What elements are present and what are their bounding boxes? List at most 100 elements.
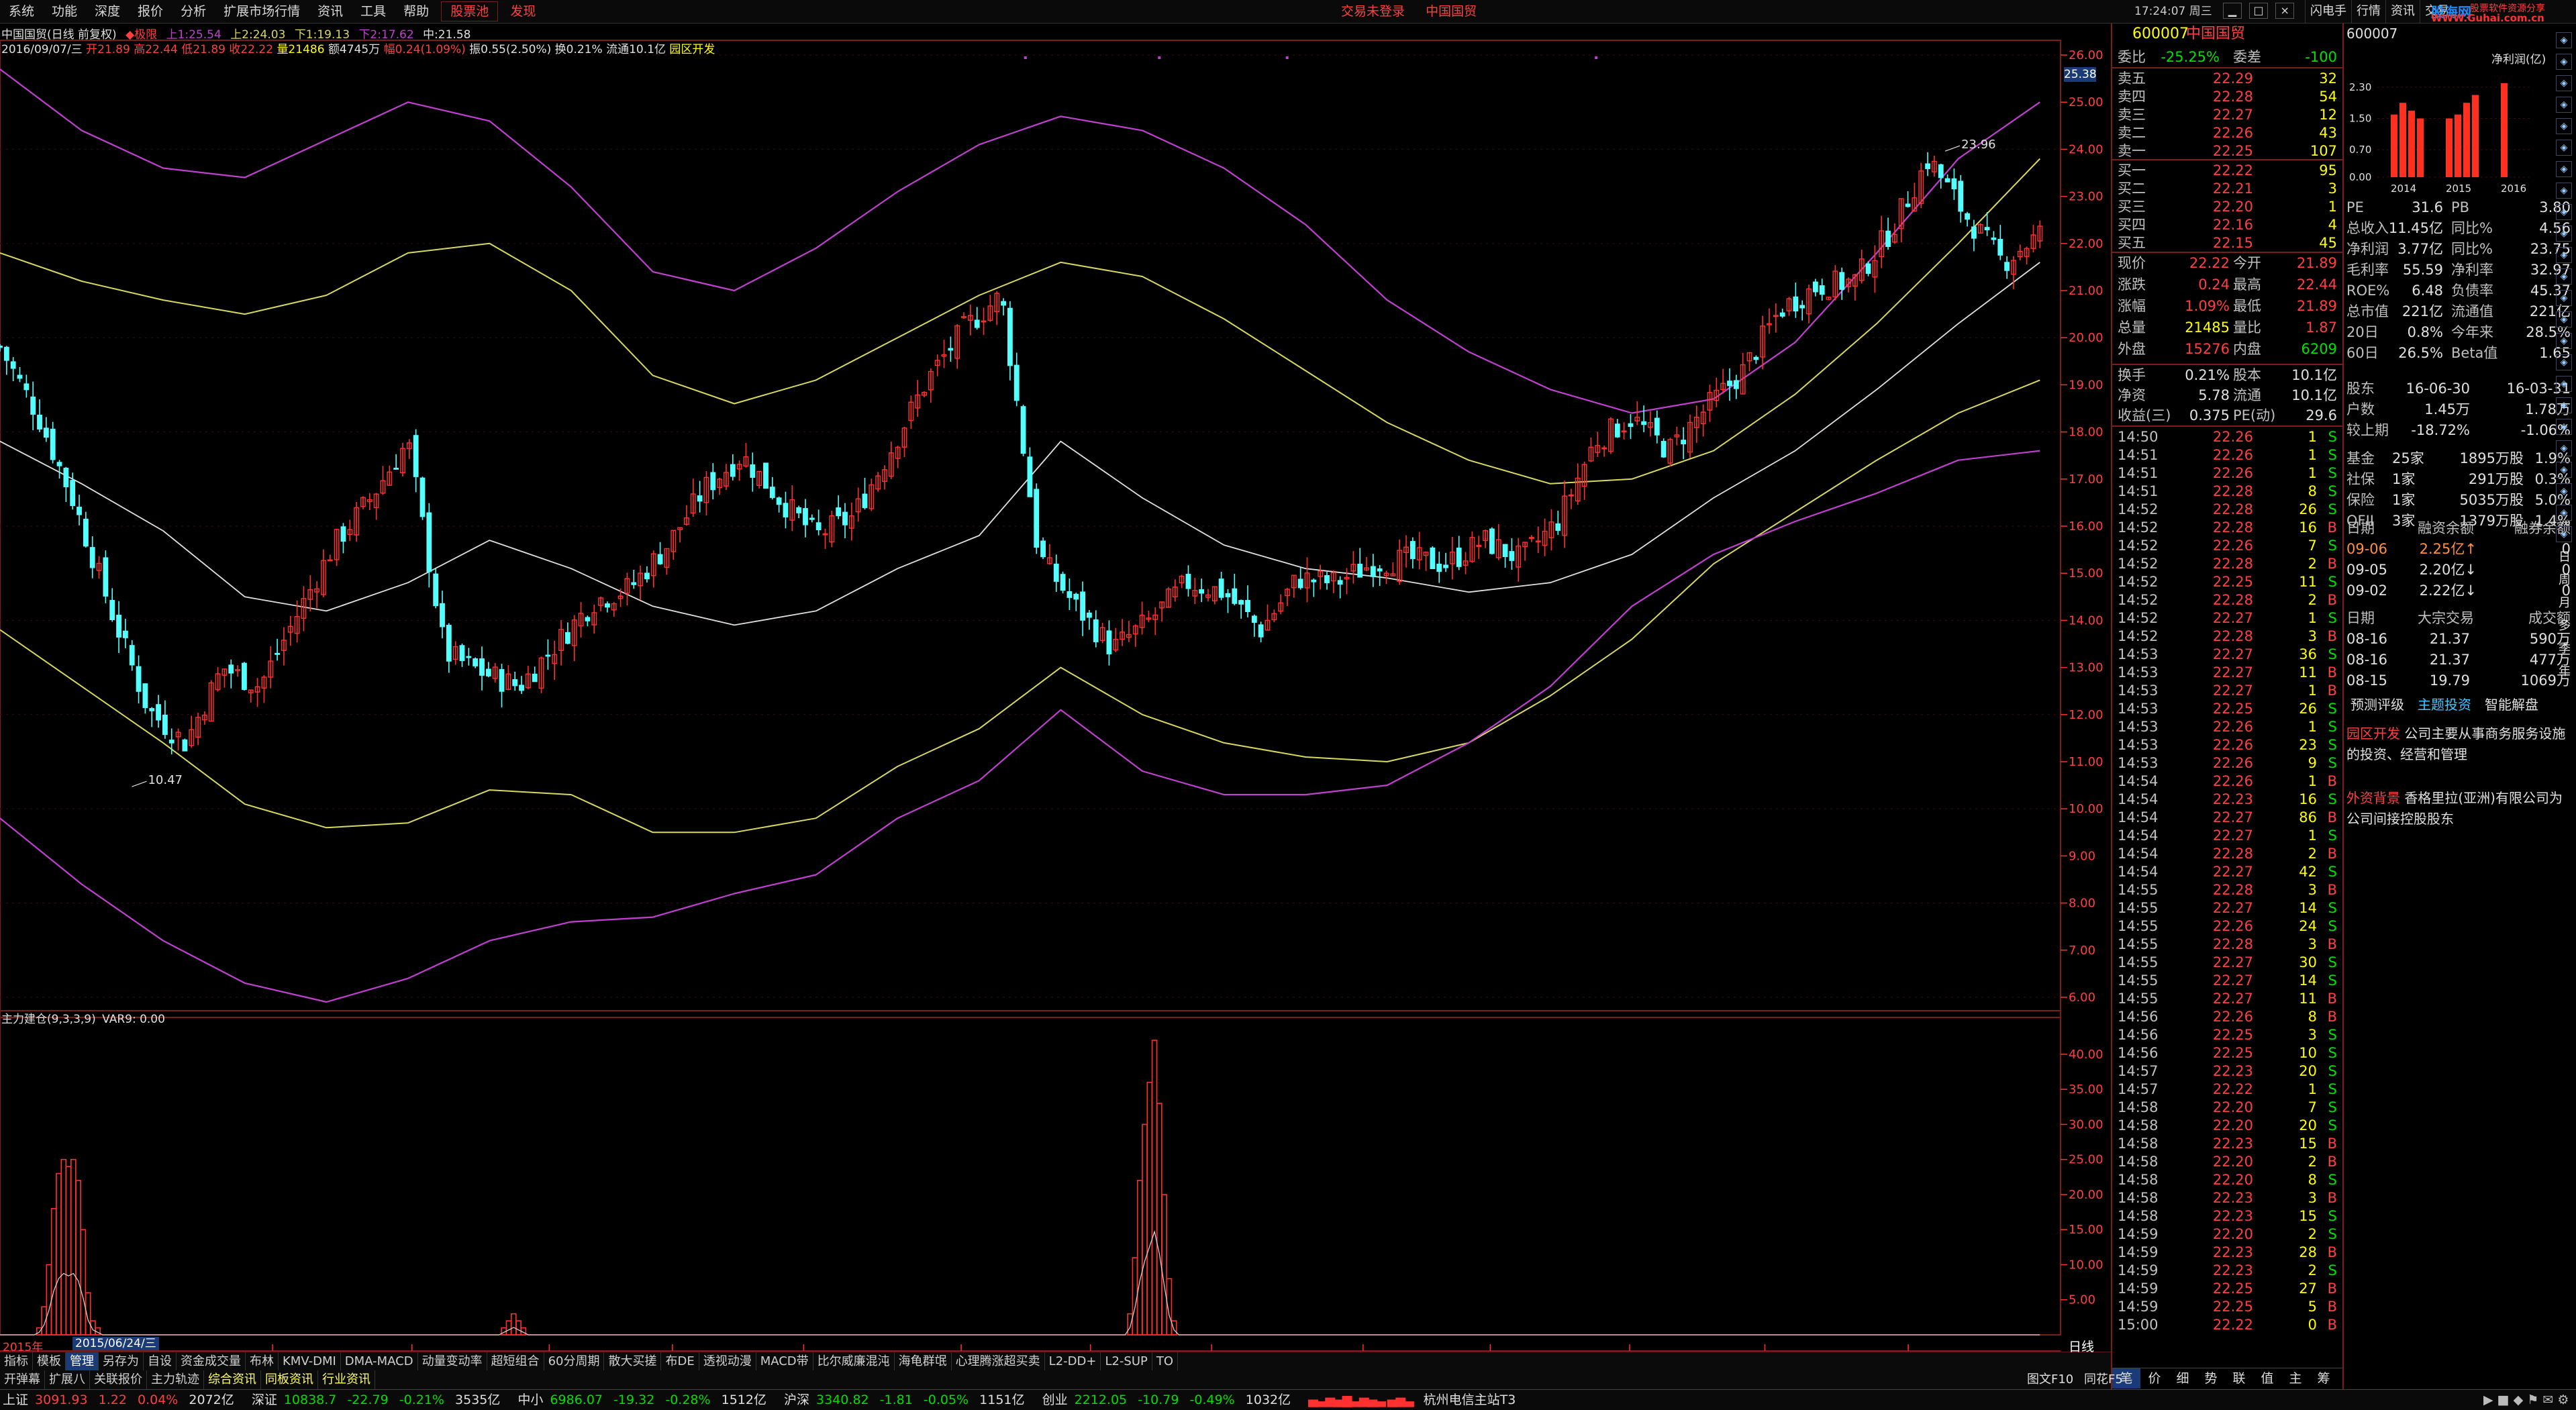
toolbar-icon-16[interactable]: ◈ xyxy=(2556,354,2572,370)
login-status-text[interactable]: 交易未登录 xyxy=(1332,0,1414,23)
index-sz[interactable]: 深证 10838.7 -22.79 -0.21% 3535亿 xyxy=(252,1390,507,1410)
indicator-tab-18[interactable]: 心理腾涨超买卖 xyxy=(952,1352,1045,1371)
index-hs[interactable]: 沪深 3340.82 -1.81 -0.05% 1151亿 xyxy=(784,1390,1031,1410)
period-4[interactable]: 季 xyxy=(2556,639,2573,656)
f10-button[interactable]: 图文F10 xyxy=(2027,1372,2073,1387)
indicator-tab-19[interactable]: L2-DD+ xyxy=(1045,1352,1101,1371)
f5-button[interactable]: 同花F5 xyxy=(2084,1372,2123,1387)
toolbar-icon-21[interactable]: ◈ xyxy=(2556,462,2572,478)
server-status[interactable]: 杭州电信主站T3 xyxy=(1424,1390,1516,1410)
info-tab-3[interactable]: 主力轨迹 xyxy=(147,1370,204,1389)
menu-item-8[interactable]: 帮助 xyxy=(395,0,438,23)
indicator-tab-6[interactable]: 布林 xyxy=(246,1352,279,1371)
toolbar-icon-15[interactable]: ◈ xyxy=(2556,333,2572,349)
f10-tab-0[interactable]: 预测评级 xyxy=(2344,694,2411,715)
toolbar-icon-9[interactable]: ◈ xyxy=(2556,204,2572,220)
toolbar-icon-12[interactable]: ◈ xyxy=(2556,268,2572,285)
toolbar-icon-13[interactable]: ◈ xyxy=(2556,290,2572,306)
period-5[interactable]: 年 xyxy=(2556,662,2573,679)
indicator-tab-5[interactable]: 资金成交量 xyxy=(177,1352,246,1371)
panel-tab-6[interactable]: 主 xyxy=(2281,1368,2310,1389)
desc1-label[interactable]: 园区开发 xyxy=(2346,725,2400,742)
info-tab-5[interactable]: 同板资讯 xyxy=(261,1370,318,1389)
toolbar-icon-17[interactable]: ◈ xyxy=(2556,376,2572,392)
indicator-tab-20[interactable]: L2-SUP xyxy=(1101,1352,1152,1371)
period-2[interactable]: 月 xyxy=(2556,593,2573,611)
indicator-tab-16[interactable]: 比尔威廉混沌 xyxy=(813,1352,895,1371)
menu-item-6[interactable]: 资讯 xyxy=(309,0,352,23)
toolbar-icon-11[interactable]: ◈ xyxy=(2556,247,2572,263)
toolbar-icon-23[interactable]: ◈ xyxy=(2556,505,2572,521)
indicator-tab-10[interactable]: 超短组合 xyxy=(487,1352,544,1371)
indicator-tab-4[interactable]: 自设 xyxy=(144,1352,177,1371)
top-button-1[interactable]: 行情 xyxy=(2351,0,2385,23)
panel-tab-1[interactable]: 价 xyxy=(2140,1368,2169,1389)
indicator-tab-1[interactable]: 模板 xyxy=(33,1352,66,1371)
toolbar-icon-6[interactable]: ◈ xyxy=(2556,140,2572,156)
indicator-tab-15[interactable]: MACD带 xyxy=(756,1352,813,1371)
menu-item-0[interactable]: 系统 xyxy=(0,0,43,23)
period-3[interactable]: 多 xyxy=(2556,616,2573,634)
menu-item-3[interactable]: 报价 xyxy=(129,0,172,23)
panel-tab-3[interactable]: 势 xyxy=(2197,1368,2225,1389)
period-0[interactable]: 日 xyxy=(2556,548,2573,565)
top-button-0[interactable]: 闪电手 xyxy=(2305,0,2351,23)
menu-item-2[interactable]: 深度 xyxy=(86,0,129,23)
indicator-tab-8[interactable]: DMA-MACD xyxy=(341,1352,418,1371)
toolbar-icon-18[interactable]: ◈ xyxy=(2556,397,2572,413)
indicator-tab-0[interactable]: 指标 xyxy=(0,1352,33,1371)
f10-tab-2[interactable]: 智能解盘 xyxy=(2478,694,2545,715)
index-sh[interactable]: 上证 3091.93 1.22 0.04% 2072亿 xyxy=(3,1390,241,1410)
toolbar-icon-7[interactable]: ◈ xyxy=(2556,161,2572,177)
panel-tab-4[interactable]: 联 xyxy=(2225,1368,2253,1389)
bar-sector[interactable]: 园区开发 xyxy=(669,43,715,56)
indicator-tab-11[interactable]: 60分周期 xyxy=(544,1352,605,1371)
menu-item-5[interactable]: 扩展市场行情 xyxy=(215,0,309,23)
f10-tab-1[interactable]: 主题投资 xyxy=(2411,694,2478,715)
toolbar-icon-22[interactable]: ◈ xyxy=(2556,483,2572,499)
menu-item-7[interactable]: 工具 xyxy=(352,0,395,23)
indicator-tab-2[interactable]: 管理 xyxy=(66,1352,99,1371)
indicator-tab-7[interactable]: KMV-DMI xyxy=(279,1352,341,1371)
toolbar-icon-5[interactable]: ◈ xyxy=(2556,118,2572,134)
stock-pool-button[interactable]: 股票池 xyxy=(441,1,499,21)
toolbar-icon-2[interactable]: ◈ xyxy=(2556,54,2572,70)
toolbar-icon-3[interactable]: ◈ xyxy=(2556,75,2572,91)
menu-item-4[interactable]: 分析 xyxy=(172,0,215,23)
toolbar-icon-14[interactable]: ◈ xyxy=(2556,311,2572,328)
info-tab-0[interactable]: 开弹幕 xyxy=(0,1370,45,1389)
top-button-2[interactable]: 资讯 xyxy=(2385,0,2420,23)
period-1[interactable]: 周 xyxy=(2556,570,2573,588)
menu-item-1[interactable]: 功能 xyxy=(43,0,86,23)
info-tab-2[interactable]: 关联报价 xyxy=(90,1370,147,1389)
indicator-tab-14[interactable]: 透视动漫 xyxy=(699,1352,756,1371)
indicator-title[interactable]: 主力建仓(9,3,3,9) VAR9: 0.00 xyxy=(1,1009,165,1026)
discover-button[interactable]: 发现 xyxy=(501,0,544,23)
panel-tab-7[interactable]: 筹 xyxy=(2310,1368,2338,1389)
panel-tab-2[interactable]: 细 xyxy=(2169,1368,2197,1389)
indicator-tab-12[interactable]: 散大买搓 xyxy=(604,1352,662,1371)
panel-tab-5[interactable]: 值 xyxy=(2253,1368,2281,1389)
maximize-icon[interactable]: □ xyxy=(2249,3,2269,19)
indicator-tab-3[interactable]: 另存为 xyxy=(99,1352,144,1371)
period-tab[interactable]: 日线 xyxy=(2069,1337,2094,1355)
index-zx[interactable]: 中小 6986.07 -19.32 -0.28% 1512亿 xyxy=(517,1390,773,1410)
indicator-tab-9[interactable]: 动量变动率 xyxy=(418,1352,487,1371)
toolbar-icon-8[interactable]: ◈ xyxy=(2556,183,2572,199)
close-icon[interactable]: × xyxy=(2275,3,2295,19)
toolbar-icon-10[interactable]: ◈ xyxy=(2556,225,2572,242)
toolbar-icon-4[interactable]: ◈ xyxy=(2556,97,2572,113)
index-cy[interactable]: 创业 2212.05 -10.79 -0.49% 1032亿 xyxy=(1042,1390,1298,1410)
info-tab-1[interactable]: 扩展八 xyxy=(45,1370,90,1389)
toolbar-icon-19[interactable]: ◈ xyxy=(2556,419,2572,435)
toolbar-icon-20[interactable]: ◈ xyxy=(2556,440,2572,456)
indicator-tab-21[interactable]: TO xyxy=(1152,1352,1179,1371)
minimize-icon[interactable]: ▁ xyxy=(2223,3,2242,19)
login-status[interactable]: 交易未登录 中国国贸 xyxy=(1332,0,1485,23)
indicator-tab-13[interactable]: 布DE xyxy=(661,1352,699,1371)
info-tab-6[interactable]: 行业资讯 xyxy=(318,1370,375,1389)
info-tab-4[interactable]: 综合资讯 xyxy=(204,1370,261,1389)
desc2-label[interactable]: 外资背景 xyxy=(2346,790,2400,806)
toolbar-icon-24[interactable]: ◈ xyxy=(2556,526,2572,542)
chart-area[interactable]: 6.00 7.00 8.00 9.00 10.00 11.00 12.00 13.00 14.0… xyxy=(0,23,2111,1355)
